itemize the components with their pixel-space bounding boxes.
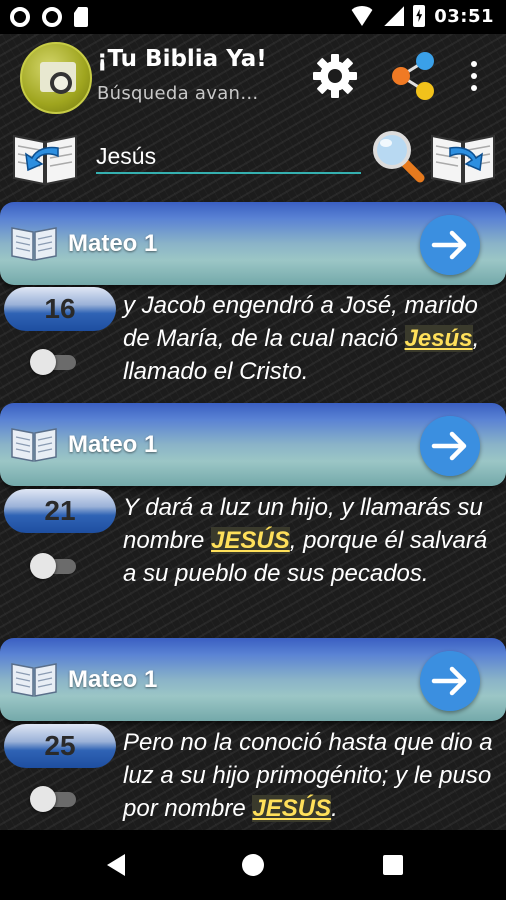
verse-text: Pero no la conoció hasta que dio a luz a…: [123, 726, 501, 825]
recents-square-icon[interactable]: [383, 855, 403, 875]
status-bar: 03:51: [0, 0, 506, 34]
verse-number-badge: 21: [4, 489, 116, 533]
notification-circle-icon: [10, 7, 30, 27]
verse-number: 25: [44, 730, 76, 761]
status-time: 03:51: [434, 5, 494, 27]
sd-card-icon: [74, 7, 88, 27]
battery-charging-icon: [413, 5, 426, 27]
go-to-verse-arrow-icon[interactable]: [420, 416, 480, 476]
overflow-menu-icon[interactable]: [466, 58, 482, 94]
verse-select-toggle[interactable]: [30, 786, 80, 812]
home-circle-icon[interactable]: [242, 854, 264, 876]
notification-circle-icon: [42, 7, 62, 27]
status-notifications: [10, 7, 88, 27]
verse-text: y Jacob engendró a José, marido de María…: [123, 289, 501, 388]
result-book-label: Mateo 1: [68, 431, 158, 458]
result-book-header[interactable]: Mateo 1: [0, 403, 506, 486]
result-verse: 21 Y dará a luz un hijo, y llamarás su n…: [0, 489, 506, 629]
system-nav-bar: [0, 830, 506, 900]
verse-highlight: Jesús: [404, 325, 473, 352]
verse-select-toggle[interactable]: [30, 553, 80, 579]
search-input[interactable]: [96, 140, 361, 174]
open-book-icon: [11, 227, 57, 261]
status-system: 03:51: [349, 5, 494, 27]
search-row: [0, 126, 506, 190]
back-triangle-icon[interactable]: [107, 854, 125, 876]
verse-number: 16: [44, 293, 76, 324]
verse-number-badge: 16: [4, 287, 116, 331]
verse-select-toggle[interactable]: [30, 349, 80, 375]
result-verse: 25 Pero no la conoció hasta que dio a lu…: [0, 724, 506, 830]
previous-book-icon[interactable]: [10, 126, 80, 188]
next-book-icon[interactable]: [428, 126, 498, 188]
verse-highlight: JESÚS: [252, 795, 332, 822]
verse-number: 21: [44, 495, 76, 526]
go-to-verse-arrow-icon[interactable]: [420, 215, 480, 275]
result-book-header[interactable]: Mateo 1: [0, 638, 506, 721]
share-icon[interactable]: [389, 50, 437, 102]
wifi-icon: [349, 6, 376, 26]
open-book-icon: [11, 663, 57, 697]
signal-icon: [384, 6, 405, 26]
verse-highlight: JESÚS: [211, 527, 290, 554]
result-book-label: Mateo 1: [68, 666, 158, 693]
screen-subtitle: Búsqueda avan…: [97, 83, 259, 104]
app-title: ¡Tu Biblia Ya!: [97, 46, 267, 72]
app-toolbar: ¡Tu Biblia Ya! Búsqueda avan…: [0, 34, 506, 120]
app-logo-icon[interactable]: [20, 42, 92, 114]
go-to-verse-arrow-icon[interactable]: [420, 651, 480, 711]
settings-gear-icon[interactable]: [311, 52, 359, 100]
result-book-header[interactable]: Mateo 1: [0, 202, 506, 285]
verse-text-after: .: [331, 795, 338, 822]
verse-text: Y dará a luz un hijo, y llamarás su nomb…: [123, 491, 501, 590]
result-book-label: Mateo 1: [68, 230, 158, 257]
result-verse: 16 y Jacob engendró a José, marido de Ma…: [0, 287, 506, 399]
verse-number-badge: 25: [4, 724, 116, 768]
search-magnifier-icon[interactable]: [370, 128, 426, 184]
app-content: ¡Tu Biblia Ya! Búsqueda avan… Jesús Mate…: [0, 34, 506, 830]
open-book-icon: [11, 428, 57, 462]
